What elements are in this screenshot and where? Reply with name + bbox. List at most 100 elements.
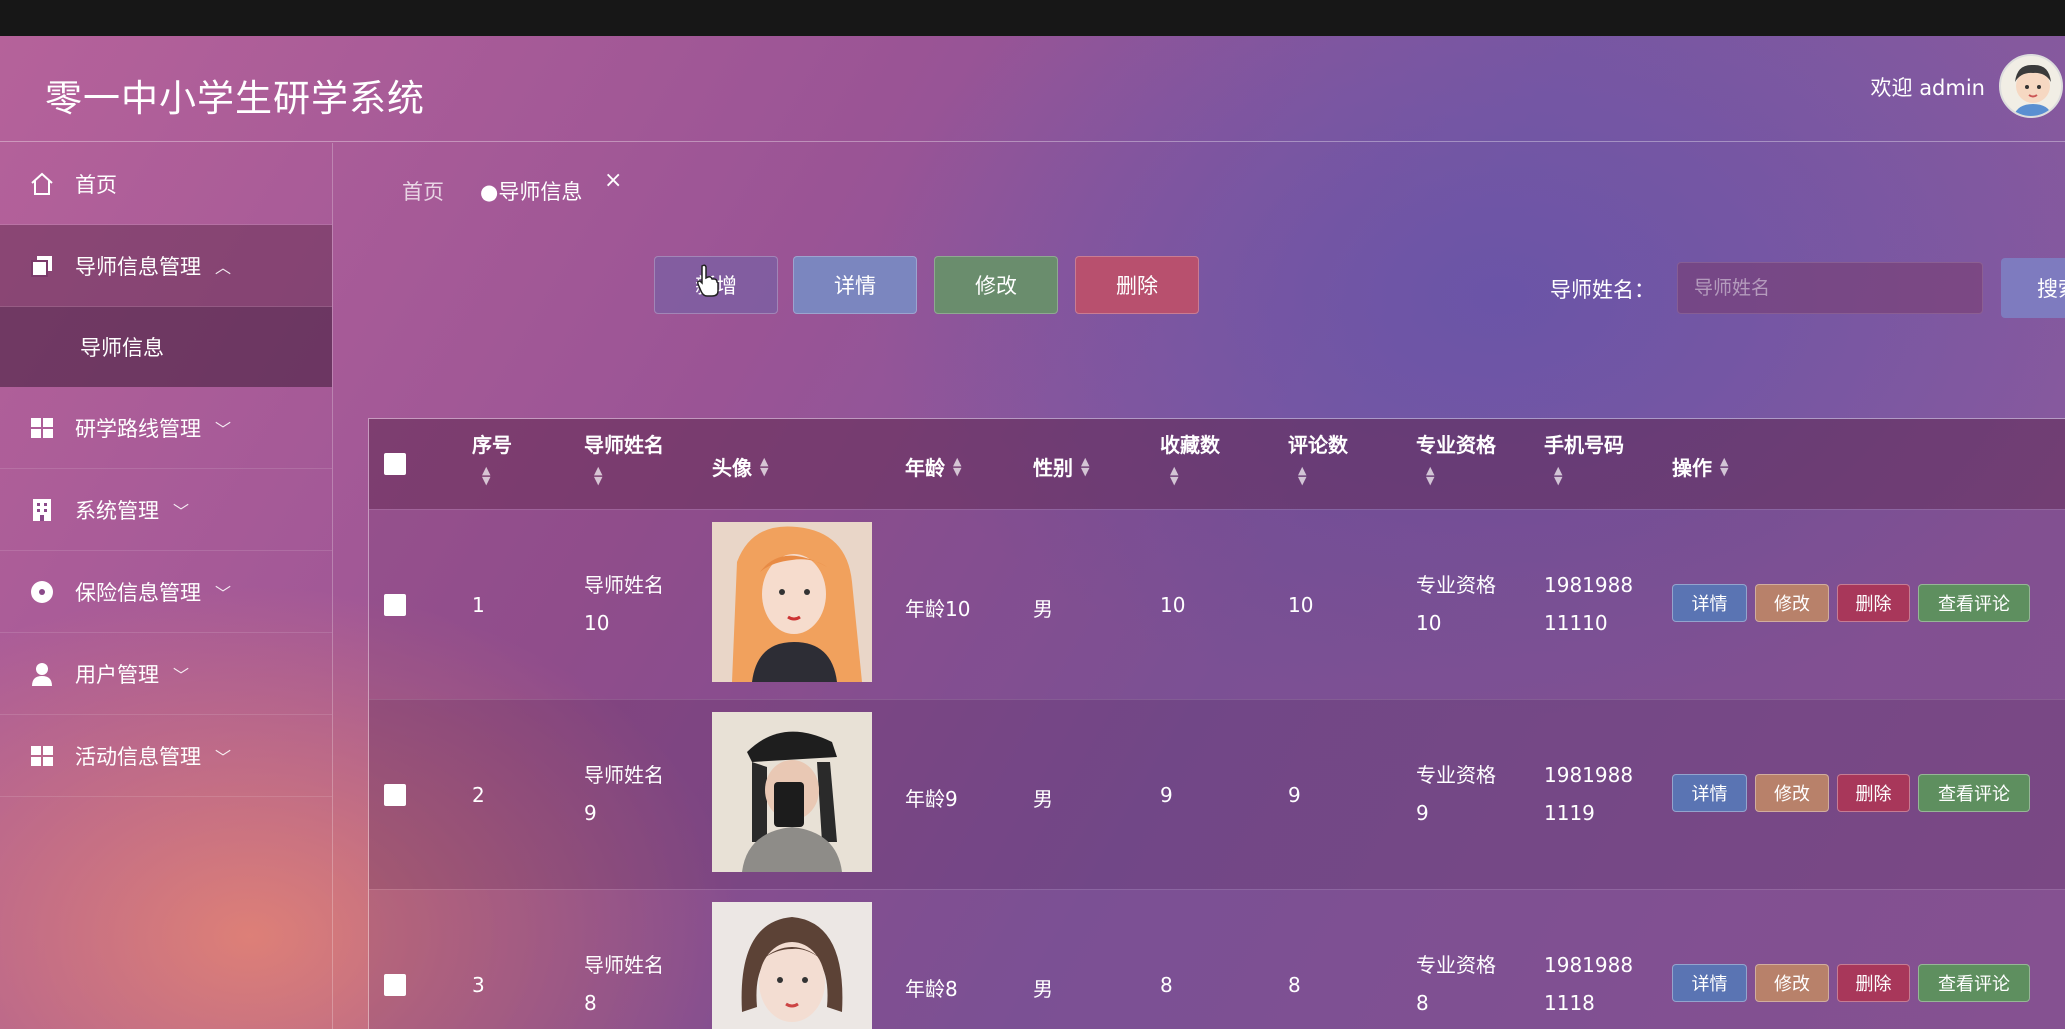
sidebar-item-label: 保险信息管理 xyxy=(75,580,201,605)
sort-icon[interactable]: ▲ ▼ xyxy=(760,456,768,477)
sort-icon[interactable]: ▲ ▼ xyxy=(1160,465,1220,486)
sidebar: 首页 导师信息管理 ︿ 导师信息 研学路线管理 ﹀ 系统管理 ﹀ 保险信息管理 … xyxy=(0,143,333,1029)
header-gender[interactable]: 性别 ▲ ▼ xyxy=(1033,452,1089,481)
row-name: 导师姓名 8 xyxy=(584,953,664,1015)
grid-icon xyxy=(27,413,57,443)
tutor-name-search-input[interactable] xyxy=(1677,262,1983,314)
header-phone[interactable]: 手机号码 ▲ ▼ xyxy=(1544,429,1624,486)
row-index: 2 xyxy=(472,783,485,807)
welcome-text: 欢迎 admin xyxy=(1870,76,1985,100)
chevron-down-icon: ﹀ xyxy=(173,501,190,521)
header-favorites[interactable]: 收藏数 ▲ ▼ xyxy=(1160,429,1220,486)
chevron-down-icon: ﹀ xyxy=(173,665,190,685)
row-detail-button[interactable]: 详情 xyxy=(1672,964,1747,1002)
sort-icon[interactable]: ▲ ▼ xyxy=(1544,465,1624,486)
tutor-table: 序号 ▲ ▼ 导师姓名 ▲ ▼ 头像 ▲ ▼ 年龄 ▲ ▼ 性别 ▲ ▼ 收藏数 ▲ ▼ xyxy=(368,418,2065,1029)
row-checkbox[interactable] xyxy=(384,784,406,806)
sidebar-item-home[interactable]: 首页 xyxy=(0,143,332,225)
sort-icon[interactable]: ▲ ▼ xyxy=(953,456,961,477)
row-qualification: 专业资格 8 xyxy=(1416,953,1496,1015)
row-gender: 男 xyxy=(1033,977,1053,1001)
row-qualification: 专业资格 9 xyxy=(1416,763,1496,825)
edit-button[interactable]: 修改 xyxy=(934,256,1058,314)
sidebar-item-label: 系统管理 xyxy=(75,498,159,523)
hand-cursor-icon xyxy=(697,264,719,297)
breadcrumb-home[interactable]: 首页 xyxy=(402,176,444,206)
row-comments: 10 xyxy=(1288,593,1314,617)
detail-button[interactable]: 详情 xyxy=(793,256,917,314)
sort-icon[interactable]: ▲ ▼ xyxy=(1720,456,1728,477)
tab-tutor-info[interactable]: ●导师信息 xyxy=(480,176,582,206)
delete-button[interactable]: 删除 xyxy=(1075,256,1199,314)
home-icon xyxy=(27,169,57,199)
sidebar-subitem-tutor-info[interactable]: 导师信息 xyxy=(0,307,332,387)
sidebar-item-tutor-management[interactable]: 导师信息管理 ︿ xyxy=(0,225,332,307)
row-comments: 8 xyxy=(1288,973,1301,997)
row-delete-button[interactable]: 删除 xyxy=(1837,774,1910,812)
sort-icon[interactable]: ▲ ▼ xyxy=(584,465,664,486)
row-age: 年龄9 xyxy=(905,787,958,811)
row-edit-button[interactable]: 修改 xyxy=(1755,964,1829,1002)
sidebar-item-user-management[interactable]: 用户管理 ﹀ xyxy=(0,633,332,715)
row-favorites: 8 xyxy=(1160,973,1173,997)
sidebar-subitem-label: 导师信息 xyxy=(80,336,164,360)
row-age: 年龄8 xyxy=(905,977,958,1001)
sort-icon[interactable]: ▲ ▼ xyxy=(472,465,512,486)
header-name[interactable]: 导师姓名 ▲ ▼ xyxy=(584,429,664,486)
row-checkbox[interactable] xyxy=(384,594,406,616)
app-title: 零一中小学生研学系统 xyxy=(45,77,425,120)
sort-icon[interactable]: ▲ ▼ xyxy=(1416,465,1496,486)
row-edit-button[interactable]: 修改 xyxy=(1755,774,1829,812)
select-all-checkbox[interactable] xyxy=(384,453,406,475)
header-age[interactable]: 年龄 ▲ ▼ xyxy=(905,452,961,481)
row-favorites: 10 xyxy=(1160,593,1186,617)
compass-icon xyxy=(27,577,57,607)
avatar-image[interactable] xyxy=(712,902,872,1029)
row-detail-button[interactable]: 详情 xyxy=(1672,584,1747,622)
avatar[interactable] xyxy=(1999,54,2063,118)
header-qualification[interactable]: 专业资格 ▲ ▼ xyxy=(1416,429,1496,486)
row-detail-button[interactable]: 详情 xyxy=(1672,774,1747,812)
sort-icon[interactable]: ▲ ▼ xyxy=(1288,465,1348,486)
row-view-comments-button[interactable]: 查看评论 xyxy=(1918,584,2030,622)
header-comments[interactable]: 评论数 ▲ ▼ xyxy=(1288,429,1348,486)
search-button[interactable]: 搜索 xyxy=(2001,258,2065,318)
avatar-image[interactable] xyxy=(712,712,872,872)
table-row: 3 导师姓名 8 年龄8 男 8 8 专业资格 8 1981988 1118 详… xyxy=(369,889,2065,1029)
row-view-comments-button[interactable]: 查看评论 xyxy=(1918,774,2030,812)
chevron-up-icon: ︿ xyxy=(215,257,232,277)
row-qualification: 专业资格 10 xyxy=(1416,573,1496,635)
search-label: 导师姓名： xyxy=(1550,278,1655,302)
row-comments: 9 xyxy=(1288,783,1301,807)
row-edit-button[interactable]: 修改 xyxy=(1755,584,1829,622)
app-root: 零一中小学生研学系统 欢迎 admin 首页 导师信息管理 ︿ 导师信息 研学路… xyxy=(0,36,2065,1029)
close-icon[interactable]: × xyxy=(604,168,622,193)
row-index: 3 xyxy=(472,973,485,997)
header-index[interactable]: 序号 ▲ ▼ xyxy=(472,429,512,486)
sort-icon[interactable]: ▲ ▼ xyxy=(1081,456,1089,477)
header-avatar[interactable]: 头像 ▲ ▼ xyxy=(712,452,768,481)
sidebar-item-label: 活动信息管理 xyxy=(75,744,201,769)
sidebar-item-system-management[interactable]: 系统管理 ﹀ xyxy=(0,469,332,551)
header-actions[interactable]: 操作 ▲ ▼ xyxy=(1672,452,1728,481)
user-icon xyxy=(27,659,57,689)
row-delete-button[interactable]: 删除 xyxy=(1837,584,1910,622)
row-view-comments-button[interactable]: 查看评论 xyxy=(1918,964,2030,1002)
table-header-row: 序号 ▲ ▼ 导师姓名 ▲ ▼ 头像 ▲ ▼ 年龄 ▲ ▼ 性别 ▲ ▼ 收藏数 ▲ ▼ xyxy=(369,419,2065,509)
row-delete-button[interactable]: 删除 xyxy=(1837,964,1910,1002)
sidebar-item-insurance-management[interactable]: 保险信息管理 ﹀ xyxy=(0,551,332,633)
sidebar-item-route-management[interactable]: 研学路线管理 ﹀ xyxy=(0,387,332,469)
row-actions: 详情 修改 删除 查看评论 xyxy=(1672,584,2038,622)
window-top-bar xyxy=(0,0,2065,36)
row-phone: 1981988 1118 xyxy=(1544,953,1634,1015)
row-phone: 1981988 1119 xyxy=(1544,763,1634,825)
sidebar-item-label: 用户管理 xyxy=(75,662,159,687)
chevron-down-icon: ﹀ xyxy=(215,419,232,439)
row-checkbox[interactable] xyxy=(384,974,406,996)
avatar-image[interactable] xyxy=(712,522,872,682)
row-gender: 男 xyxy=(1033,787,1053,811)
row-phone: 1981988 11110 xyxy=(1544,573,1634,635)
building-icon xyxy=(27,495,57,525)
app-header: 零一中小学生研学系统 欢迎 admin xyxy=(0,36,2065,142)
sidebar-item-activity-management[interactable]: 活动信息管理 ﹀ xyxy=(0,715,332,797)
